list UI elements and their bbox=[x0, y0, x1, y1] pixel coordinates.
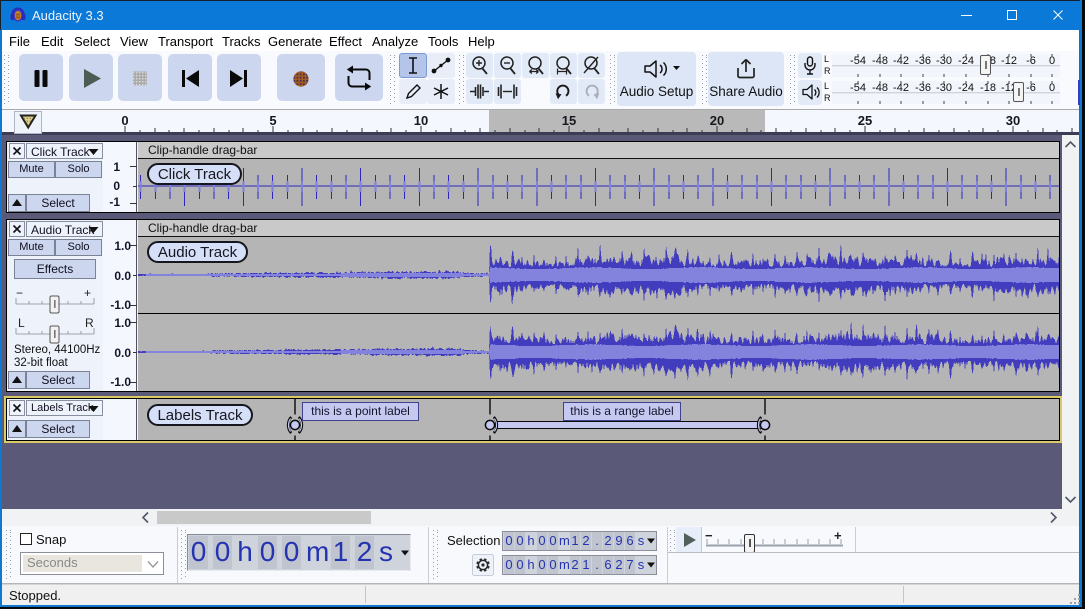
svg-text:5: 5 bbox=[269, 113, 276, 128]
svg-text:15: 15 bbox=[562, 113, 576, 128]
svg-text:30: 30 bbox=[1006, 113, 1020, 128]
svg-text:25: 25 bbox=[858, 113, 872, 128]
svg-text:0: 0 bbox=[121, 113, 128, 128]
svg-text:10: 10 bbox=[414, 113, 428, 128]
svg-text:20: 20 bbox=[710, 113, 724, 128]
